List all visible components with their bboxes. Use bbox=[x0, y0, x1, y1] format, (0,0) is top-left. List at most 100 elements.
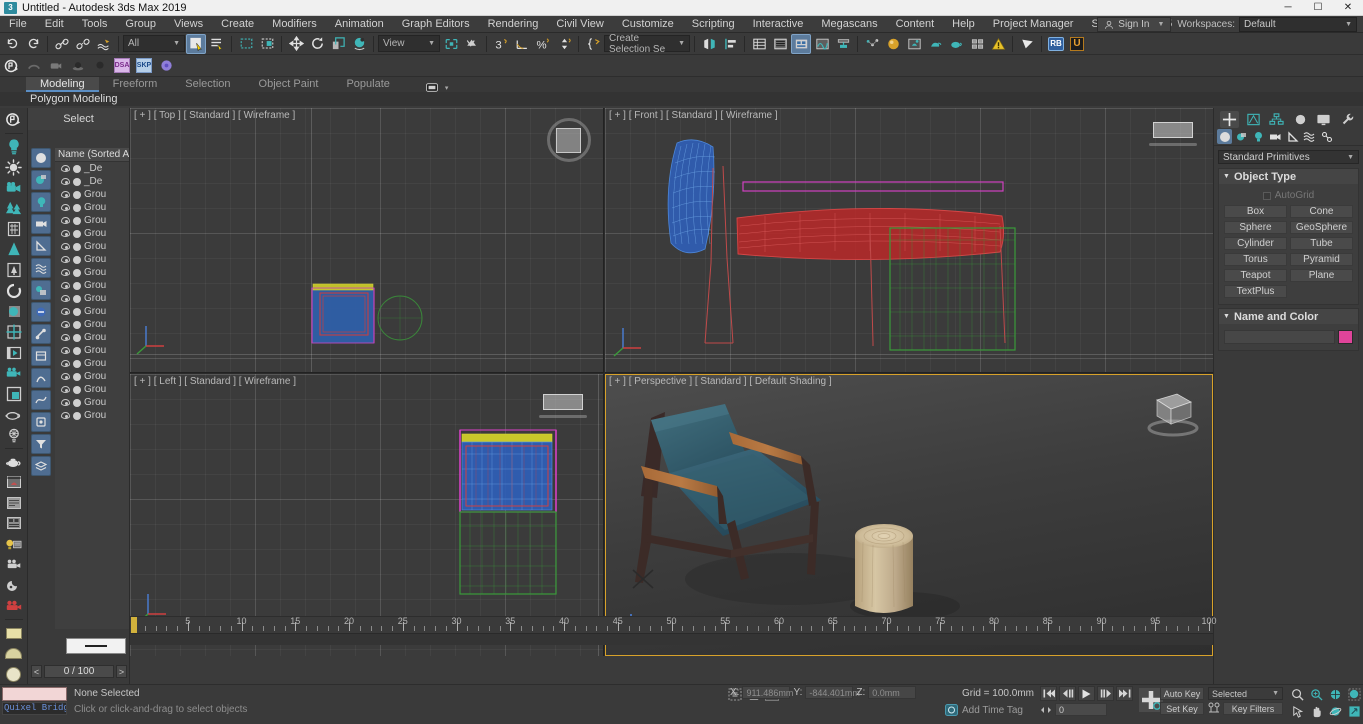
goto-end-button[interactable] bbox=[1116, 686, 1133, 701]
systems-category[interactable] bbox=[1319, 129, 1334, 144]
menu-item-rendering[interactable]: Rendering bbox=[479, 16, 548, 33]
sini-tools-button[interactable]: U bbox=[1067, 34, 1087, 54]
textplus-button[interactable]: TextPlus bbox=[1224, 285, 1287, 298]
unlink-selection-button[interactable] bbox=[73, 34, 93, 54]
freeze-dot-icon[interactable] bbox=[73, 333, 81, 342]
visibility-eye-icon[interactable] bbox=[61, 412, 70, 419]
crop-button[interactable] bbox=[3, 322, 25, 342]
y-coord-input[interactable]: -844.401mm bbox=[805, 686, 860, 699]
percent-snap-toggle-button[interactable]: % bbox=[533, 34, 553, 54]
tab-freeform[interactable]: Freeform bbox=[99, 77, 172, 92]
omni-light-button[interactable] bbox=[3, 137, 25, 157]
maximize-viewport-button[interactable] bbox=[1345, 703, 1363, 719]
torus-button[interactable]: Torus bbox=[1224, 253, 1287, 266]
list-item[interactable]: Grou bbox=[55, 344, 129, 357]
reference-coordinate-dropdown[interactable]: View ▼ bbox=[378, 35, 440, 52]
maxscript-mini-listener-input[interactable]: Quixel Bridg bbox=[2, 702, 67, 715]
render-window-button[interactable] bbox=[3, 473, 25, 493]
list-item[interactable]: Grou bbox=[55, 240, 129, 253]
viewport-front-label[interactable]: [ + ] [ Front ] [ Standard ] [ Wireframe… bbox=[609, 110, 778, 121]
select-containers-tool[interactable] bbox=[31, 346, 51, 366]
maxscript-mini-listener-output[interactable] bbox=[2, 687, 67, 701]
key-filters-icon-wrap[interactable] bbox=[1208, 702, 1221, 714]
frame-next-button[interactable]: > bbox=[116, 665, 127, 678]
teapot-white-button[interactable] bbox=[3, 405, 25, 425]
current-frame-input[interactable]: 0 bbox=[1055, 703, 1107, 716]
goto-start-button[interactable] bbox=[1040, 686, 1057, 701]
select-object-button[interactable] bbox=[186, 33, 206, 54]
teapot-render-button[interactable] bbox=[3, 452, 25, 472]
rectangular-selection-region-button[interactable] bbox=[236, 34, 256, 54]
light-lister-button[interactable] bbox=[3, 535, 25, 555]
geometry-category[interactable] bbox=[1217, 129, 1232, 144]
select-and-move-button[interactable] bbox=[286, 34, 306, 54]
freeze-dot-icon[interactable] bbox=[73, 203, 81, 212]
vray-button[interactable] bbox=[156, 56, 176, 76]
visibility-eye-icon[interactable] bbox=[61, 178, 70, 185]
steering-wheel-icon[interactable] bbox=[547, 118, 591, 162]
space-warps-category[interactable] bbox=[1302, 129, 1317, 144]
list-item[interactable]: Grou bbox=[55, 253, 129, 266]
pivot-tool-button[interactable] bbox=[3, 110, 25, 130]
list-item[interactable]: Grou bbox=[55, 266, 129, 279]
dsa-plugin-button[interactable]: DSA bbox=[112, 56, 132, 76]
material-sphere-button[interactable] bbox=[3, 302, 25, 322]
lights-category[interactable] bbox=[1251, 129, 1266, 144]
red-camera-button[interactable] bbox=[3, 597, 25, 617]
moon-light-button[interactable] bbox=[3, 576, 25, 596]
select-shapes-tool[interactable] bbox=[31, 368, 51, 388]
zoom-extents-button[interactable] bbox=[1326, 686, 1344, 702]
tube-button[interactable]: Tube bbox=[1290, 237, 1353, 250]
auto-key-button[interactable]: Auto Key bbox=[1160, 687, 1204, 700]
track-bar[interactable] bbox=[130, 633, 1213, 645]
list-item[interactable]: Grou bbox=[55, 279, 129, 292]
sphere-tool-button[interactable] bbox=[68, 56, 88, 76]
freeze-dot-icon[interactable] bbox=[73, 372, 81, 381]
cylinder-button[interactable]: Cylinder bbox=[1224, 237, 1287, 250]
list-item[interactable]: Grou bbox=[55, 370, 129, 383]
select-and-link-button[interactable] bbox=[52, 34, 72, 54]
object-color-swatch[interactable] bbox=[1338, 330, 1353, 344]
tab-object-paint[interactable]: Object Paint bbox=[245, 77, 333, 92]
sphere-material-button[interactable] bbox=[3, 664, 25, 684]
visibility-eye-icon[interactable] bbox=[61, 334, 70, 341]
list-item[interactable]: Grou bbox=[55, 396, 129, 409]
time-slider-handle[interactable] bbox=[131, 617, 137, 633]
next-frame-button[interactable] bbox=[1097, 686, 1114, 701]
play-preview-button[interactable] bbox=[3, 343, 25, 363]
freeze-dot-icon[interactable] bbox=[73, 216, 81, 225]
named-selection-set-dropdown[interactable]: Create Selection Se ▼ bbox=[604, 33, 690, 55]
select-splines-tool[interactable] bbox=[31, 390, 51, 410]
zoom-all-button[interactable] bbox=[1307, 686, 1325, 702]
menu-item-civil-view[interactable]: Civil View bbox=[547, 16, 612, 33]
display-tab[interactable] bbox=[1314, 111, 1333, 128]
viewport-left[interactable]: [ + ] [ Left ] [ Standard ] [ Wireframe … bbox=[130, 374, 604, 656]
menu-item-customize[interactable]: Customize bbox=[613, 16, 683, 33]
forest-pack-button[interactable] bbox=[3, 199, 25, 219]
zoom-button[interactable] bbox=[1288, 686, 1306, 702]
skp-import-button[interactable]: SKP bbox=[134, 56, 154, 76]
use-center-flyout-button[interactable] bbox=[441, 34, 461, 54]
freeze-dot-icon[interactable] bbox=[73, 346, 81, 355]
list-item[interactable]: Grou bbox=[55, 305, 129, 318]
list-item[interactable]: Grou bbox=[55, 318, 129, 331]
freeze-dot-icon[interactable] bbox=[73, 398, 81, 407]
visibility-eye-icon[interactable] bbox=[61, 217, 70, 224]
sphere-button[interactable]: Sphere bbox=[1224, 221, 1287, 234]
key-mode-select[interactable]: Selected ▼ bbox=[1208, 687, 1283, 700]
cone-button[interactable]: Cone bbox=[1290, 205, 1353, 218]
add-time-tag-group[interactable]: Add Time Tag bbox=[945, 704, 1023, 716]
visibility-eye-icon[interactable] bbox=[61, 399, 70, 406]
orbit-button[interactable] bbox=[1326, 703, 1344, 719]
freeze-dot-icon[interactable] bbox=[73, 177, 81, 186]
freeze-dot-icon[interactable] bbox=[73, 255, 81, 264]
object-type-header[interactable]: ▼ Object Type bbox=[1219, 169, 1358, 184]
balloon-tool-button[interactable] bbox=[90, 56, 110, 76]
ribbon-toggle-button[interactable] bbox=[791, 33, 811, 54]
edit-named-selection-sets-button[interactable] bbox=[583, 34, 603, 54]
modify-tab[interactable] bbox=[1244, 111, 1263, 128]
plane-button[interactable]: Plane bbox=[1290, 269, 1353, 282]
menu-item-edit[interactable]: Edit bbox=[36, 16, 73, 33]
viewport-top-label[interactable]: [ + ] [ Top ] [ Standard ] [ Wireframe ] bbox=[134, 110, 295, 121]
camera-rig-button[interactable] bbox=[3, 364, 25, 384]
